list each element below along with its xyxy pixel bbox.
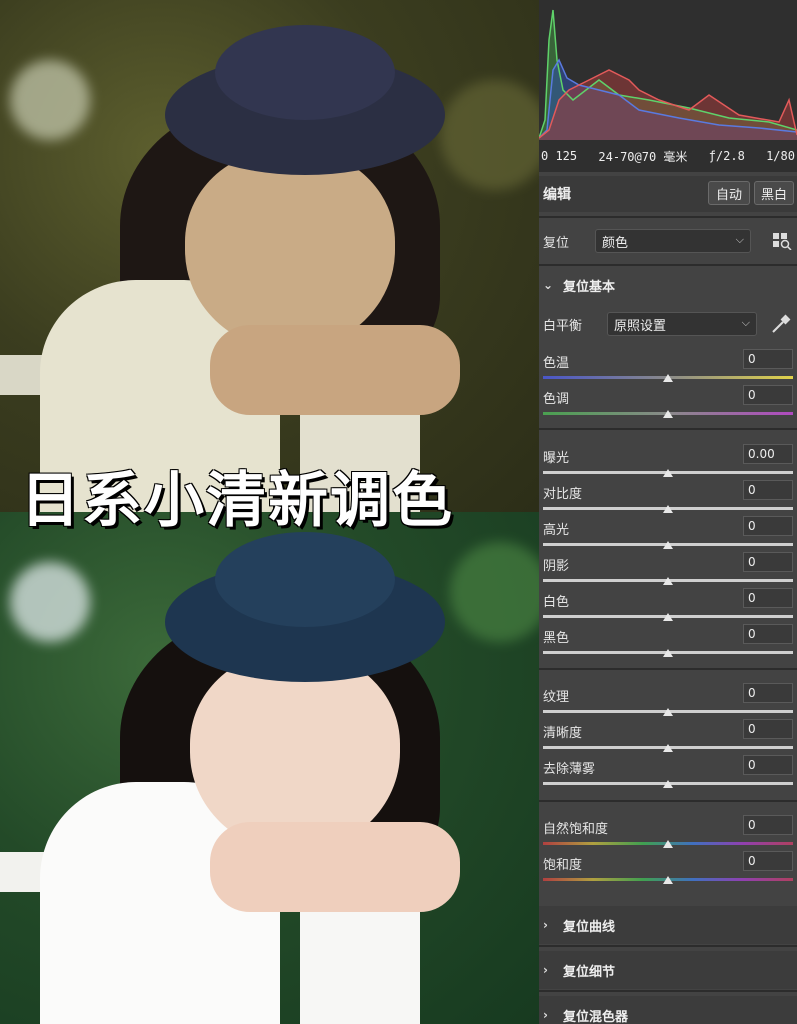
tint-slider-thumb[interactable] (663, 410, 673, 418)
blacks-label: 黑色 (543, 631, 570, 646)
temp-label: 色温 (543, 356, 570, 371)
vibrance-label: 自然饱和度 (543, 822, 609, 837)
basic-section-header[interactable]: ⌄ 复位基本 (539, 266, 797, 304)
contrast-label: 对比度 (543, 487, 583, 502)
texture-value-field[interactable]: 0 (743, 683, 793, 703)
saturation-value-field[interactable]: 0 (743, 851, 793, 871)
dehaze-slider-thumb[interactable] (663, 780, 673, 788)
contrast-value-field[interactable]: 0 (743, 480, 793, 500)
edit-title: 编辑 (543, 187, 571, 203)
blacks-value-field[interactable]: 0 (743, 624, 793, 644)
whites-slider-thumb[interactable] (663, 613, 673, 621)
camera-info: 0 125 24-70@70 毫米 ƒ/2.8 1/80 (539, 140, 797, 172)
chevron-right-icon: › (543, 918, 548, 932)
aperture-value: ƒ/2.8 (708, 149, 745, 163)
chevron-down-icon: ⌄ (543, 278, 554, 292)
histogram (539, 0, 797, 140)
profile-value: 颜色 (602, 235, 629, 251)
profile-browser-icon[interactable] (772, 232, 792, 250)
highlights-slider-thumb[interactable] (663, 541, 673, 549)
tint-label: 色调 (543, 392, 570, 407)
divider (539, 800, 797, 802)
chevron-down-icon: ⌵ (741, 316, 750, 329)
develop-panel: 0 125 24-70@70 毫米 ƒ/2.8 1/80 编辑 自动 黑白 复位… (539, 0, 797, 1024)
divider (539, 668, 797, 670)
detail-section-title: 复位细节 (563, 964, 616, 980)
exposure-slider-thumb[interactable] (663, 469, 673, 477)
chevron-right-icon: › (543, 963, 548, 977)
before-photo (0, 0, 539, 512)
tint-value-field[interactable]: 0 (743, 385, 793, 405)
exposure-value-field[interactable]: 0.00 (743, 444, 793, 464)
mixer-section-title: 复位混色器 (563, 1009, 629, 1024)
saturation-label: 饱和度 (543, 858, 583, 873)
highlights-label: 高光 (543, 523, 570, 538)
dehaze-label: 去除薄雾 (543, 762, 596, 777)
texture-label: 纹理 (543, 690, 570, 705)
shadows-slider-thumb[interactable] (663, 577, 673, 585)
chevron-right-icon: › (543, 1008, 548, 1022)
clarity-slider-thumb[interactable] (663, 744, 673, 752)
whites-label: 白色 (543, 595, 570, 610)
temp-value-field[interactable]: 0 (743, 349, 793, 369)
iso-value: 0 125 (541, 149, 578, 163)
curve-section-header[interactable]: › 复位曲线 (539, 906, 797, 944)
divider (539, 945, 797, 947)
divider (539, 428, 797, 430)
whites-value-field[interactable]: 0 (743, 588, 793, 608)
eyedropper-icon[interactable] (770, 313, 792, 335)
exposure-label: 曝光 (543, 451, 570, 466)
blacks-slider-thumb[interactable] (663, 649, 673, 657)
profile-dropdown[interactable]: 颜色 ⌵ (595, 229, 751, 253)
contrast-slider-thumb[interactable] (663, 505, 673, 513)
lens-value: 24-70@70 毫米 (598, 149, 688, 164)
highlights-value-field[interactable]: 0 (743, 516, 793, 536)
saturation-slider-thumb[interactable] (663, 876, 673, 884)
clarity-label: 清晰度 (543, 726, 583, 741)
temp-slider-thumb[interactable] (663, 374, 673, 382)
profile-label: 复位 (543, 236, 570, 251)
photo-comparison: 日系小清新调色 (0, 0, 539, 1024)
shadows-label: 阴影 (543, 559, 570, 574)
divider (539, 990, 797, 992)
dehaze-value-field[interactable]: 0 (743, 755, 793, 775)
curve-section-title: 复位曲线 (563, 919, 616, 935)
overlay-title: 日系小清新调色 (20, 466, 454, 536)
black-white-button[interactable]: 黑白 (754, 181, 794, 205)
white-balance-dropdown[interactable]: 原照设置 ⌵ (607, 312, 757, 336)
vibrance-slider-thumb[interactable] (663, 840, 673, 848)
basic-section-title: 复位基本 (563, 279, 616, 295)
texture-slider-thumb[interactable] (663, 708, 673, 716)
vibrance-value-field[interactable]: 0 (743, 815, 793, 835)
auto-button[interactable]: 自动 (708, 181, 750, 205)
divider (539, 216, 797, 218)
detail-section-header[interactable]: › 复位细节 (539, 951, 797, 989)
shadows-value-field[interactable]: 0 (743, 552, 793, 572)
clarity-value-field[interactable]: 0 (743, 719, 793, 739)
shutter-value: 1/80 (766, 149, 795, 163)
chevron-down-icon: ⌵ (735, 233, 744, 246)
mixer-section-header[interactable]: › 复位混色器 (539, 996, 797, 1024)
after-photo (0, 512, 539, 1024)
white-balance-value: 原照设置 (614, 318, 667, 334)
white-balance-label: 白平衡 (543, 319, 583, 334)
